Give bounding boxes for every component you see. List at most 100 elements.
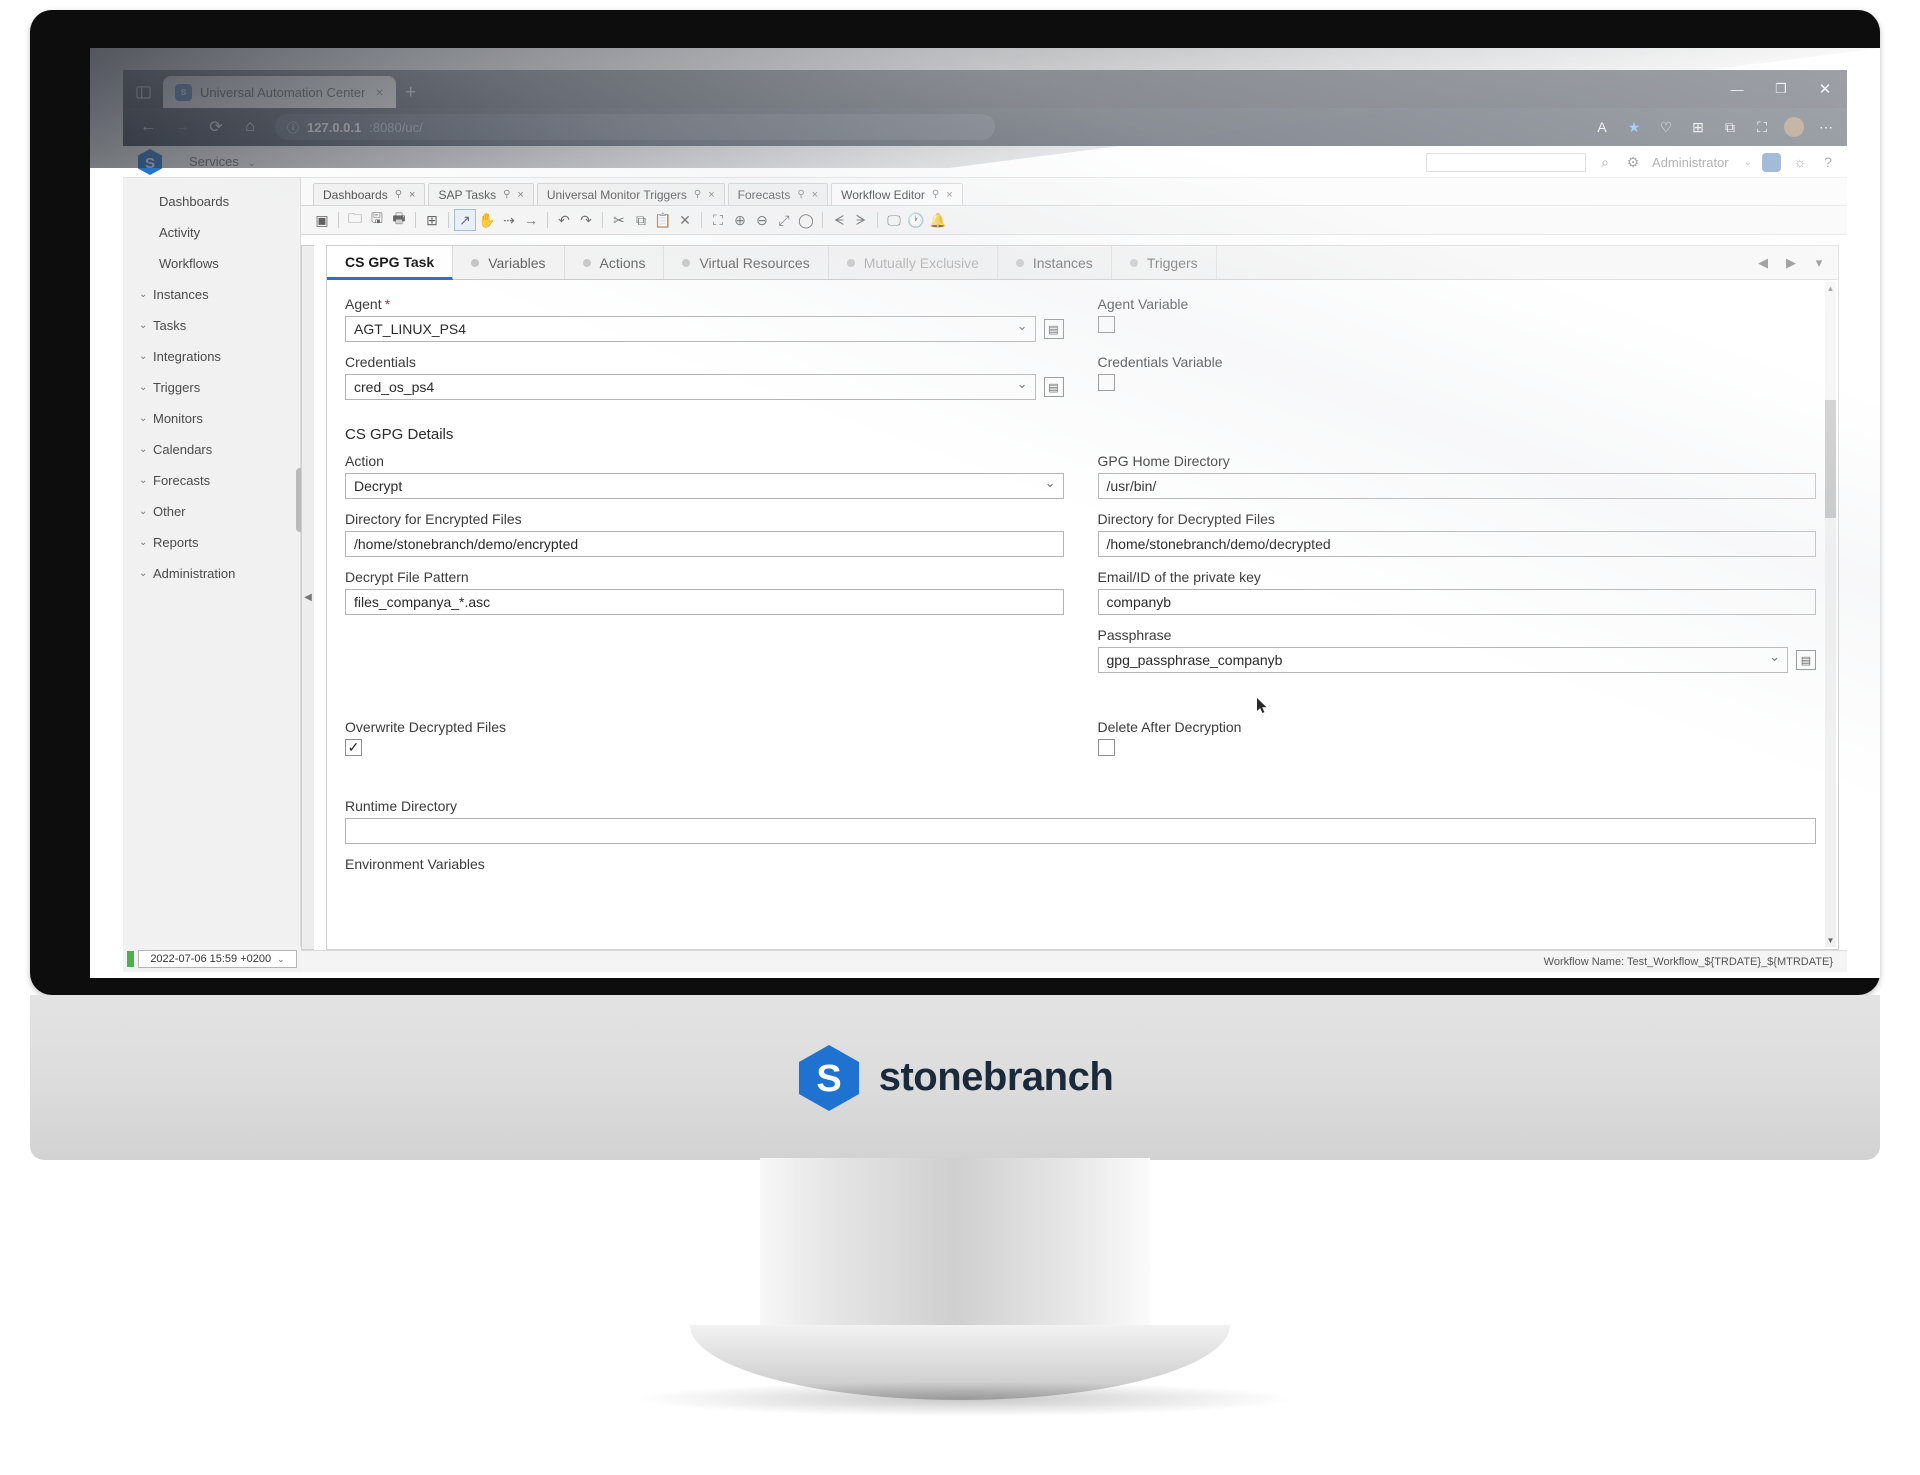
uac-tab-universal-monitor-triggers[interactable]: Universal Monitor Triggers ⚲ × bbox=[536, 183, 725, 205]
passphrase-select[interactable]: gpg_passphrase_companyb bbox=[1097, 647, 1788, 673]
zoom-in-icon[interactable]: ⊕ bbox=[729, 209, 751, 231]
close-icon[interactable]: × bbox=[517, 189, 523, 201]
maximize-button[interactable]: ❐ bbox=[1759, 70, 1803, 108]
sidebar-item-administration[interactable]: ⌄ Administration bbox=[123, 558, 300, 589]
credentials-picker-icon[interactable]: ▤ bbox=[1043, 377, 1064, 397]
uac-tab-dashboards[interactable]: Dashboards ⚲ × bbox=[313, 183, 426, 205]
sidebar-item-calendars[interactable]: ⌄ Calendars bbox=[123, 434, 300, 465]
bell-icon[interactable]: ☼ bbox=[1791, 154, 1809, 170]
layout-horizontal-icon[interactable]: ᗕ bbox=[828, 209, 850, 231]
form-scrollbar-thumb[interactable] bbox=[1825, 400, 1836, 518]
chevron-down-icon[interactable]: ⌄ bbox=[139, 568, 153, 579]
fit-to-window-icon[interactable]: ⛶ bbox=[707, 209, 729, 231]
copy-icon[interactable]: ⧉ bbox=[630, 209, 652, 231]
select-pointer-icon[interactable]: ↗ bbox=[454, 209, 476, 231]
form-tab-prev-button[interactable]: ◀ bbox=[1750, 250, 1776, 276]
sidebar-item-reports[interactable]: ⌄ Reports bbox=[123, 527, 300, 558]
uac-tab-forecasts[interactable]: Forecasts ⚲ × bbox=[727, 183, 829, 205]
form-tab-virtual-resources[interactable]: Virtual Resources bbox=[664, 246, 829, 279]
expand-icon[interactable]: ⤢ bbox=[773, 209, 795, 231]
reload-icon[interactable]: ⟳ bbox=[201, 112, 231, 142]
add-task-icon[interactable]: ⊞ bbox=[421, 209, 443, 231]
scroll-down-icon[interactable]: ▼ bbox=[1825, 934, 1836, 947]
forward-icon[interactable]: → bbox=[167, 112, 197, 142]
uac-tab-workflow-editor[interactable]: Workflow Editor ⚲ × bbox=[831, 183, 963, 205]
chevron-down-icon[interactable]: ⌄ bbox=[139, 413, 153, 424]
delete-icon[interactable]: ✕ bbox=[674, 209, 696, 231]
help-icon[interactable]: ? bbox=[1819, 154, 1837, 170]
sidebar-item-dashboards[interactable]: Dashboards bbox=[123, 186, 300, 217]
favorites-icon[interactable]: ♡ bbox=[1651, 112, 1681, 142]
agent-picker-icon[interactable]: ▤ bbox=[1043, 319, 1064, 339]
home-icon[interactable]: ⌂ bbox=[235, 112, 265, 142]
monitor-icon[interactable]: 🖵 bbox=[883, 209, 905, 231]
form-tab-instances[interactable]: Instances bbox=[997, 246, 1112, 279]
reset-zoom-icon[interactable]: ◯ bbox=[795, 209, 817, 231]
form-tab-triggers[interactable]: Triggers bbox=[1111, 246, 1217, 279]
undo-icon[interactable]: ↶ bbox=[553, 209, 575, 231]
close-icon[interactable]: × bbox=[373, 85, 385, 99]
sidebar-item-integrations[interactable]: ⌄ Integrations bbox=[123, 341, 300, 372]
decrypt-file-pattern-input[interactable]: files_companya_*.asc bbox=[345, 589, 1064, 615]
search-input[interactable] bbox=[1426, 152, 1587, 172]
back-icon[interactable]: ← bbox=[133, 112, 163, 142]
tab-sidebar-icon[interactable] bbox=[123, 76, 163, 108]
settings-more-icon[interactable]: ⋯ bbox=[1811, 112, 1841, 142]
read-aloud-icon[interactable]: A bbox=[1587, 112, 1617, 142]
sidebar-item-instances[interactable]: ⌄ Instances bbox=[123, 279, 300, 310]
chevron-down-icon[interactable]: ⌄ bbox=[139, 351, 153, 362]
dir-decrypted-input[interactable]: /home/stonebranch/demo/decrypted bbox=[1097, 531, 1816, 557]
close-icon[interactable]: × bbox=[946, 189, 952, 201]
scroll-up-icon[interactable]: ▲ bbox=[1825, 282, 1836, 295]
chevron-down-icon[interactable]: ⌄ bbox=[139, 320, 153, 331]
credentials-variable-checkbox[interactable] bbox=[1097, 374, 1115, 391]
delete-after-decryption-checkbox[interactable] bbox=[1097, 739, 1115, 756]
open-folder-icon[interactable]: 🗀 bbox=[344, 209, 366, 231]
address-bar[interactable]: ⓘ 127.0.0.1:8080/uc/ bbox=[275, 114, 995, 140]
form-tab-next-button[interactable]: ▶ bbox=[1778, 250, 1804, 276]
favorite-star-icon[interactable]: ★ bbox=[1619, 112, 1649, 142]
pin-icon[interactable]: ⚲ bbox=[797, 189, 804, 200]
form-scrollbar[interactable]: ▲ ▼ bbox=[1825, 282, 1836, 947]
chevron-down-icon[interactable]: ⌄ bbox=[139, 289, 153, 300]
alert-bell-icon[interactable]: 🔔 bbox=[927, 209, 949, 231]
gpg-home-directory-input[interactable]: /usr/bin/ bbox=[1097, 473, 1816, 499]
minimize-button[interactable]: — bbox=[1715, 70, 1759, 108]
browser-tab[interactable]: s Universal Automation Center × bbox=[163, 76, 396, 108]
clock-icon[interactable]: 🕐 bbox=[905, 209, 927, 231]
runtime-directory-input[interactable] bbox=[345, 818, 1816, 844]
pin-icon[interactable]: ⚲ bbox=[395, 189, 402, 200]
pin-icon[interactable]: ⚲ bbox=[694, 189, 701, 200]
find-icon[interactable]: ▣ bbox=[311, 209, 333, 231]
form-tab-cs-gpg-task[interactable]: CS GPG Task bbox=[327, 246, 454, 280]
close-icon[interactable]: × bbox=[708, 189, 714, 201]
paste-icon[interactable]: 📋 bbox=[652, 209, 674, 231]
sidebar-item-other[interactable]: ⌄ Other bbox=[123, 496, 300, 527]
gear-icon[interactable]: ⚙ bbox=[1624, 154, 1642, 171]
chevron-down-icon[interactable]: ⌄ bbox=[139, 475, 153, 486]
layout-vertical-icon[interactable]: ᗒ bbox=[850, 209, 872, 231]
chevron-down-icon[interactable]: ⌄ bbox=[139, 506, 153, 517]
form-tab-more-button[interactable]: ▾ bbox=[1806, 250, 1832, 276]
avatar[interactable] bbox=[1784, 117, 1804, 137]
save-icon[interactable]: 🖫 bbox=[366, 209, 388, 231]
connector-icon[interactable]: ⇢ bbox=[498, 209, 520, 231]
browser-essentials-icon[interactable]: ⧉ bbox=[1715, 112, 1745, 142]
split-screen-icon[interactable]: ⛶ bbox=[1747, 112, 1777, 142]
redo-icon[interactable]: ↷ bbox=[575, 209, 597, 231]
form-tab-actions[interactable]: Actions bbox=[564, 246, 665, 279]
new-tab-button[interactable]: + bbox=[396, 78, 426, 108]
collapse-panel-handle[interactable]: ◀ bbox=[301, 245, 314, 950]
agent-variable-checkbox[interactable] bbox=[1097, 316, 1115, 333]
close-icon[interactable]: × bbox=[409, 189, 415, 201]
chevron-down-icon[interactable]: ⌄ bbox=[139, 382, 153, 393]
uac-tab-sap-tasks[interactable]: SAP Tasks ⚲ × bbox=[428, 183, 534, 205]
collections-icon[interactable]: ⊞ bbox=[1683, 112, 1713, 142]
sidebar-item-forecasts[interactable]: ⌄ Forecasts bbox=[123, 465, 300, 496]
services-menu[interactable]: Services ⌄ bbox=[189, 154, 256, 169]
sidebar-item-monitors[interactable]: ⌄ Monitors bbox=[123, 403, 300, 434]
form-tab-mutually-exclusive[interactable]: Mutually Exclusive bbox=[828, 246, 998, 279]
cut-icon[interactable]: ✂ bbox=[608, 209, 630, 231]
sidebar-item-triggers[interactable]: ⌄ Triggers bbox=[123, 372, 300, 403]
passphrase-picker-icon[interactable]: ▤ bbox=[1796, 650, 1816, 670]
